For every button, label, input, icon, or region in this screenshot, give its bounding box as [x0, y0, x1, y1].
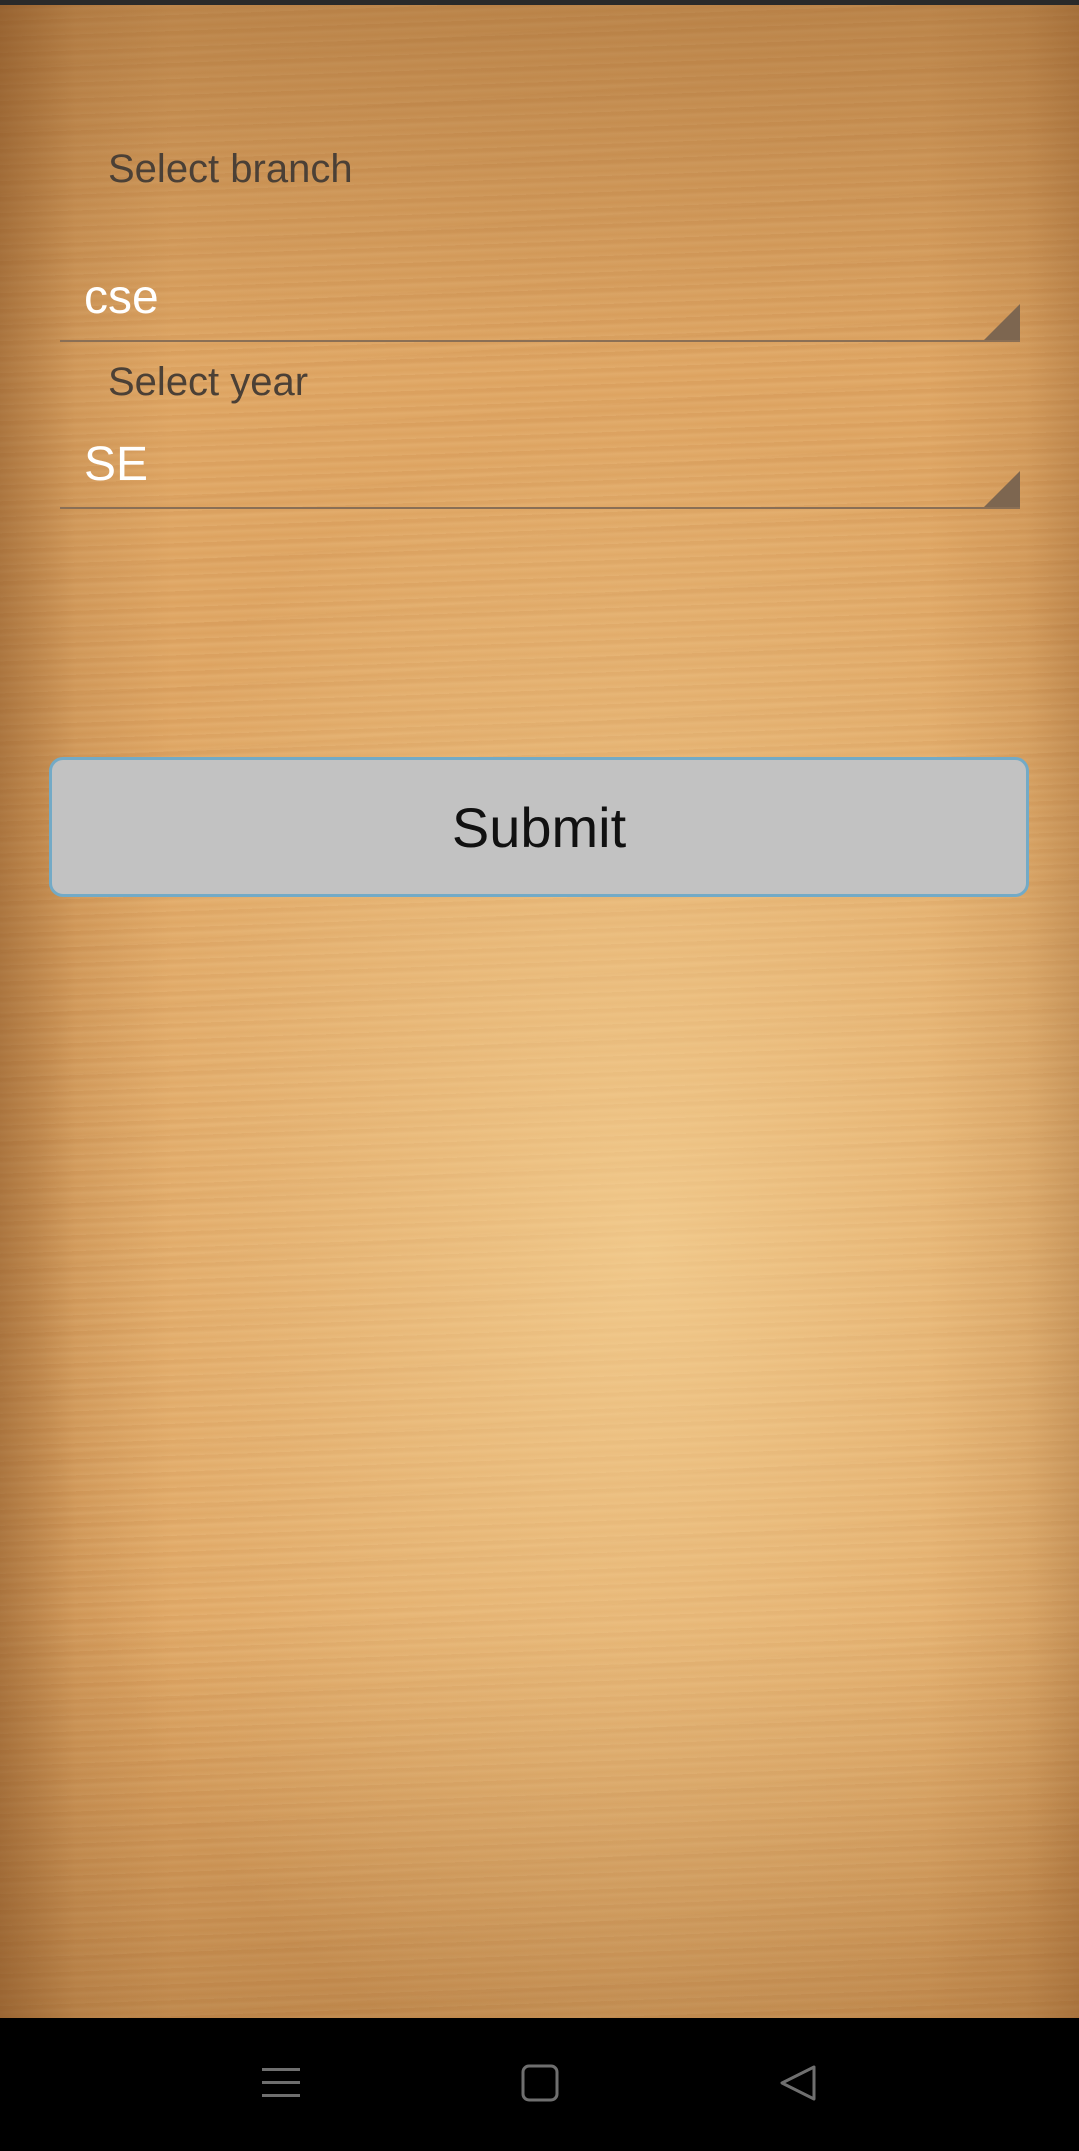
back-triangle-icon: [780, 2065, 816, 2101]
nav-menu-button[interactable]: [246, 2048, 316, 2118]
year-label: Select year: [108, 360, 309, 404]
branch-selected-value: cse: [84, 271, 159, 324]
branch-spinner[interactable]: cse: [60, 270, 1020, 342]
dropdown-arrow-icon: [984, 471, 1020, 507]
branch-label: Select branch: [108, 147, 353, 191]
year-spinner[interactable]: SE: [60, 437, 1020, 509]
year-selected-value: SE: [84, 438, 149, 491]
nav-back-button[interactable]: [763, 2048, 833, 2118]
submit-button[interactable]: Submit: [49, 757, 1029, 897]
system-navigation-bar: [0, 2018, 1079, 2151]
nav-home-button[interactable]: [505, 2048, 575, 2118]
app-screen: Select branch cse Select year SE Submit: [0, 5, 1079, 2018]
menu-icon: [262, 2068, 300, 2097]
dropdown-arrow-icon: [984, 304, 1020, 340]
home-square-icon: [521, 2064, 559, 2102]
